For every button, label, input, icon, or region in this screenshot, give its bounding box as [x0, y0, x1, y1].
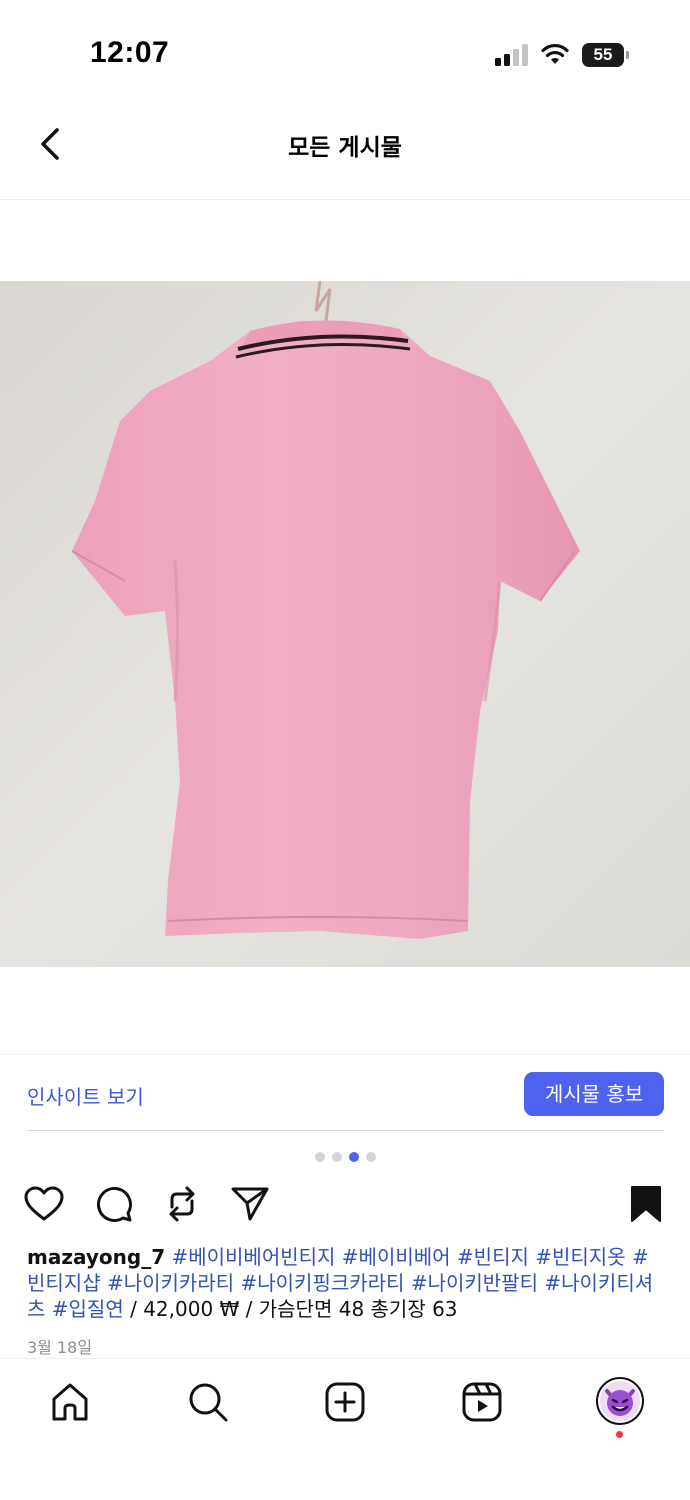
notification-dot: [616, 1431, 623, 1438]
carousel-indicator: [0, 1152, 690, 1162]
hashtag[interactable]: #나이키카라티: [107, 1271, 234, 1295]
page-title: 모든 게시물: [288, 135, 402, 161]
pink-polo-shirt-photo: [0, 281, 690, 967]
caption-details: / 42,000 ₩ / 가슴단면 48 총기장 63: [130, 1297, 458, 1321]
carousel-dot-active: [348, 1152, 359, 1162]
repost-button[interactable]: [160, 1182, 204, 1226]
nav-search[interactable]: [183, 1377, 233, 1427]
status-time: 12:07: [90, 36, 170, 69]
profile-avatar: [600, 1381, 640, 1421]
plus-square-icon: [325, 1382, 365, 1422]
carousel-dot: [365, 1152, 376, 1162]
post-caption: mazayong_7 #베이비베어빈티지 #베이비베어 #빈티지 #빈티지옷 #…: [27, 1244, 663, 1322]
view-insights-link[interactable]: 인사이트 보기: [27, 1081, 144, 1110]
carousel-dot: [314, 1152, 325, 1162]
hashtag[interactable]: #나이키핑크카라티: [241, 1271, 405, 1295]
promote-post-button[interactable]: 게시물 홍보: [524, 1072, 664, 1116]
cellular-signal-icon: [495, 44, 528, 66]
repost-icon: [169, 1186, 195, 1222]
battery-indicator: 55: [582, 43, 630, 67]
heart-icon: [24, 1186, 64, 1221]
caption-username[interactable]: mazayong_7: [27, 1245, 165, 1269]
insights-row: 인사이트 보기 게시물 홍보: [0, 1054, 690, 1132]
wifi-icon: [541, 43, 569, 64]
hashtag[interactable]: #베이비베어빈티지: [171, 1245, 335, 1269]
header: 모든 게시물: [0, 110, 690, 200]
devil-emoji-icon: [605, 1389, 635, 1416]
hashtag[interactable]: #나이키반팔티: [411, 1271, 538, 1295]
post-date: 3월 18일: [27, 1338, 93, 1357]
send-icon: [231, 1187, 269, 1221]
bottom-navigation: [0, 1358, 690, 1500]
nav-create[interactable]: [320, 1377, 370, 1427]
post-image[interactable]: [0, 281, 690, 967]
nav-home[interactable]: [45, 1377, 95, 1427]
hashtag[interactable]: #빈티지옷: [535, 1245, 625, 1269]
hashtag[interactable]: #입질연: [52, 1297, 124, 1321]
nav-profile-avatar[interactable]: [596, 1377, 644, 1425]
status-bar: 12:07 55: [0, 0, 690, 110]
post-actions: [0, 1180, 690, 1228]
like-button[interactable]: [22, 1182, 66, 1226]
nav-reels[interactable]: [457, 1377, 507, 1427]
battery-level: 55: [582, 43, 624, 67]
hashtag[interactable]: #빈티지: [457, 1245, 529, 1269]
reels-icon: [462, 1382, 502, 1422]
share-button[interactable]: [228, 1182, 272, 1226]
search-icon: [189, 1383, 228, 1422]
home-icon: [52, 1383, 88, 1421]
hashtag[interactable]: #베이비베어: [342, 1245, 451, 1269]
bookmark-icon: [631, 1186, 661, 1222]
battery-tip: [626, 51, 629, 59]
carousel-dot: [331, 1152, 342, 1162]
save-button[interactable]: [624, 1182, 668, 1226]
comment-button[interactable]: [92, 1182, 136, 1226]
divider: [27, 1130, 664, 1131]
comment-icon: [97, 1187, 132, 1222]
